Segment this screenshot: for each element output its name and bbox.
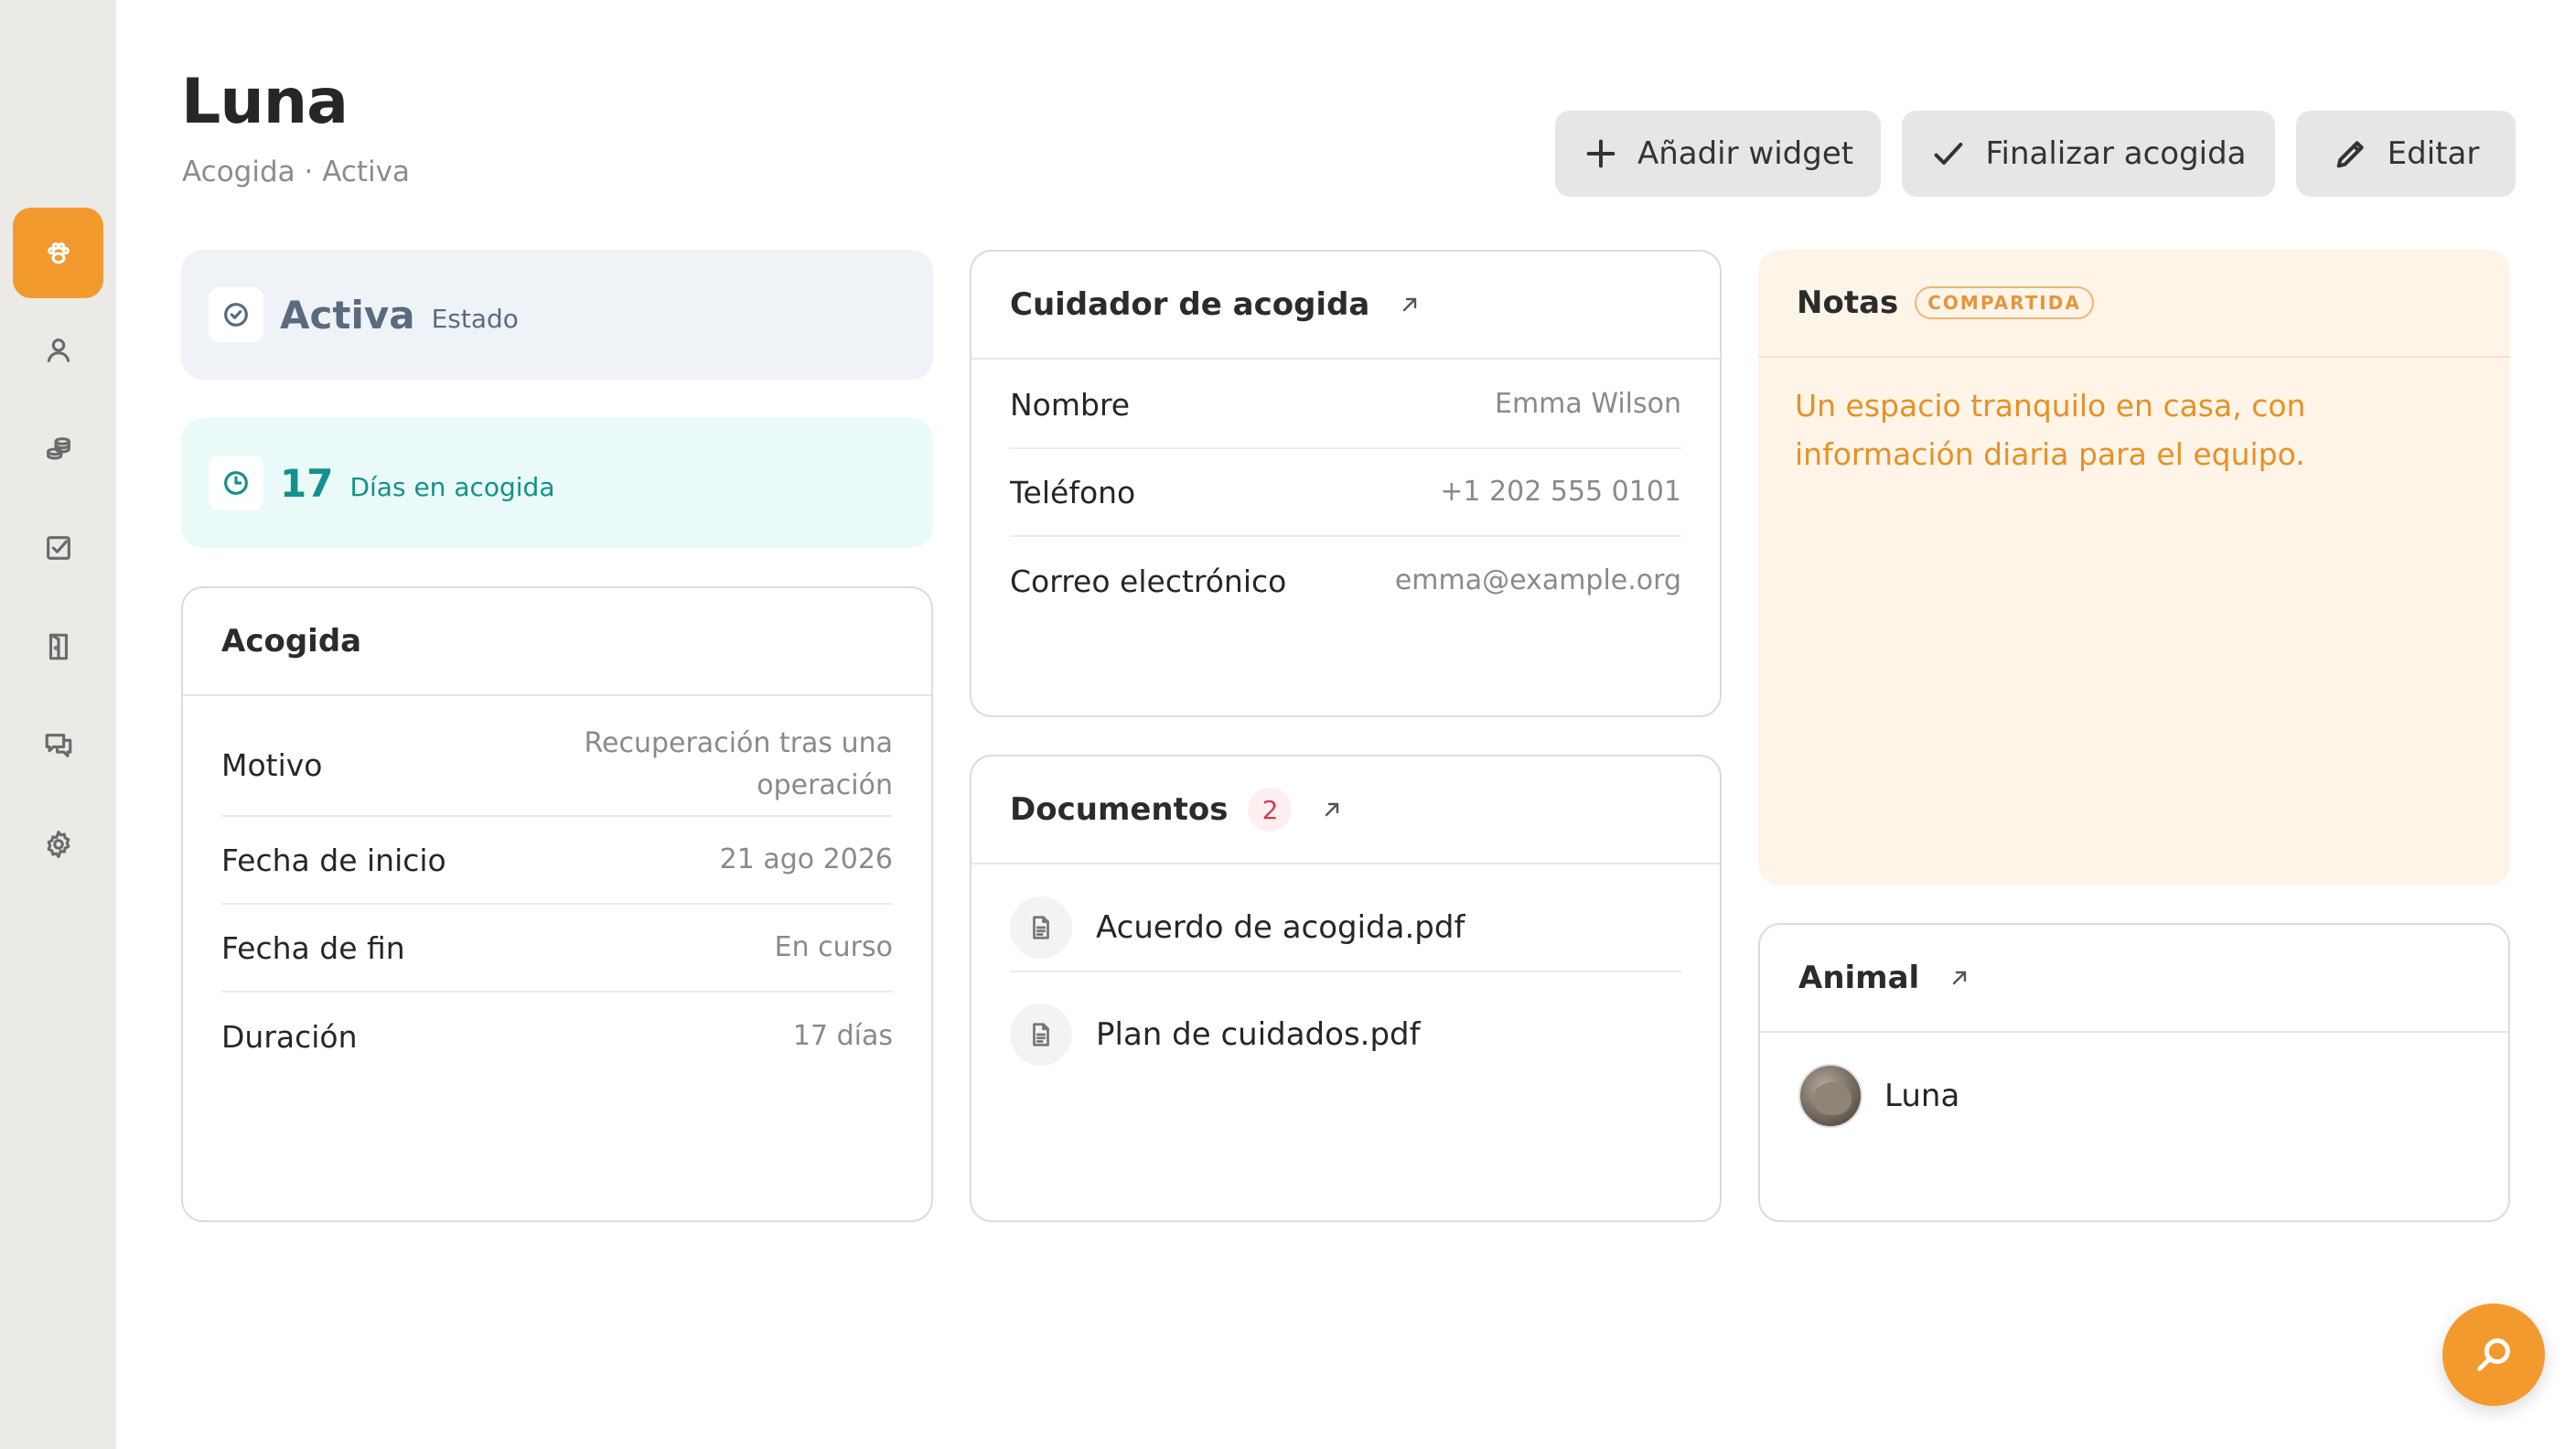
checkbox-icon [46,535,70,560]
kv-label: Nombre [1010,386,1131,423]
coins-icon [46,436,70,459]
kv-row-reason: Motivo Recuperación tras una operación [221,714,893,817]
sidebar-item-people[interactable] [13,305,103,395]
days-card: 17 Días en acogida [181,418,933,548]
external-link-icon[interactable] [1399,294,1421,316]
kv-value: En curso [774,930,893,963]
pencil-icon [2336,141,2364,168]
kv-row-name: Nombre Emma Wilson [1010,361,1681,449]
days-icon-wrap [209,456,263,510]
caregiver-card: Cuidador de acogida Nombre Emma Wilson T… [970,250,1722,717]
caregiver-card-header[interactable]: Cuidador de acogida [971,252,1720,360]
documents-count-badge: 2 [1248,788,1293,832]
document-item[interactable]: Plan de cuidados.pdf [1010,991,1681,1079]
foster-card-title: Acogida [221,623,362,660]
add-widget-label: Añadir widget [1637,135,1854,172]
animal-name: Luna [1884,1078,1960,1114]
kv-value: +1 202 555 0101 [1440,475,1681,508]
chat-icon [45,733,71,757]
sidebar-item-messages[interactable] [13,700,103,790]
kv-row-end-date: Fecha de fin En curso [221,905,893,993]
finish-foster-label: Finalizar acogida [1985,135,2247,172]
file-icon [1033,1023,1049,1046]
clock-icon [224,471,248,495]
document-icon-wrap [1010,896,1072,959]
kv-value: Recuperación tras una operación [585,723,893,808]
add-widget-button[interactable]: Añadir widget [1555,111,1881,197]
status-label: Estado [431,303,519,334]
days-value: 17 [280,460,334,506]
foster-card: Acogida Motivo Recuperación tras una ope… [181,586,933,1222]
documents-card-title: Documentos [1010,791,1229,828]
check-icon [1935,143,1963,165]
caregiver-card-title: Cuidador de acogida [1010,286,1370,323]
kv-row-start-date: Fecha de inicio 21 ago 2026 [221,817,893,905]
sidebar-item-tasks[interactable] [13,502,103,593]
kv-value: emma@example.org [1394,564,1681,596]
page-title: Luna [181,66,349,138]
door-icon [48,633,68,660]
kv-label: Correo electrónico [1010,563,1287,599]
kv-label: Duración [221,1018,358,1055]
sidebar [0,0,116,1449]
kv-label: Fecha de inicio [221,842,446,878]
kv-value-line: Recuperación tras una [584,726,893,759]
animal-card: Animal Luna [1758,923,2510,1222]
kv-row-email: Correo electrónico emma@example.org [1010,537,1681,625]
notes-card: Notas COMPARTIDA Un espacio tranquilo en… [1758,250,2510,886]
animal-item[interactable]: Luna [1798,1064,1959,1128]
document-name: Acuerdo de acogida.pdf [1096,909,1465,946]
animal-card-title: Animal [1798,960,1920,996]
check-circle-icon [224,303,248,327]
finish-foster-button[interactable]: Finalizar acogida [1902,111,2275,197]
foster-card-header: Acogida [183,588,931,696]
sidebar-item-animals[interactable] [13,208,103,298]
user-icon [47,338,70,362]
kv-label: Fecha de fin [221,929,405,966]
gear-icon [47,830,70,858]
status-icon-wrap [209,287,263,342]
file-icon [1033,916,1049,939]
paw-icon [47,242,70,263]
search-fab-button[interactable] [2442,1304,2545,1406]
status-value: Activa [280,292,415,338]
kv-value-line: operación [757,769,893,801]
kv-label: Motivo [221,746,323,783]
external-link-icon[interactable] [1948,967,1970,989]
documents-card: Documentos 2 Acuerdo de acogida.pdf Plan… [970,755,1722,1222]
document-name: Plan de cuidados.pdf [1096,1016,1421,1053]
kv-row-phone: Teléfono +1 202 555 0101 [1010,449,1681,537]
kv-value: 17 días [792,1019,893,1052]
documents-card-header[interactable]: Documentos 2 [971,757,1720,864]
kv-value: Emma Wilson [1495,387,1681,420]
document-item[interactable]: Acuerdo de acogida.pdf [1010,885,1681,972]
notes-card-title: Notas [1797,284,1899,321]
sidebar-item-finances[interactable] [13,403,103,494]
edit-label: Editar [2387,135,2480,172]
status-card: Activa Estado [181,250,933,380]
notes-card-header: Notas COMPARTIDA [1758,250,2510,358]
shared-badge: COMPARTIDA [1915,286,2094,319]
days-label: Días en acogida [349,471,555,502]
page-subtitle: Acogida · Activa [182,156,411,188]
sidebar-item-housing[interactable] [13,601,103,692]
kv-label: Teléfono [1010,474,1136,510]
kv-row-duration: Duración 17 días [221,993,893,1080]
edit-button[interactable]: Editar [2296,111,2516,197]
animal-card-header[interactable]: Animal [1760,925,2508,1033]
kv-value: 21 ago 2026 [719,843,893,875]
notes-text[interactable]: Un espacio tranquilo en casa, con inform… [1795,382,2474,479]
document-icon-wrap [1010,1004,1072,1066]
search-icon [2477,1338,2510,1371]
external-link-icon[interactable] [1321,799,1343,821]
avatar [1798,1064,1862,1128]
sidebar-item-settings[interactable] [13,799,103,889]
plus-icon [1586,139,1615,168]
